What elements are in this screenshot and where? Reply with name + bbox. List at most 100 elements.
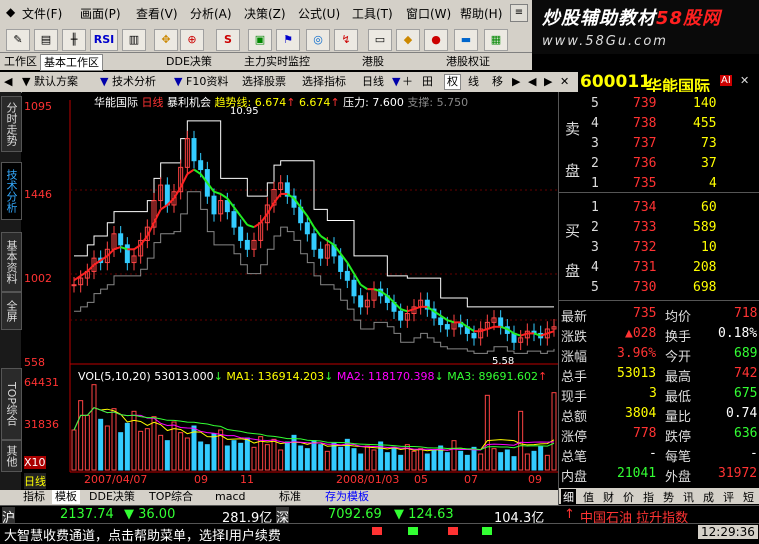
move-icon[interactable]: ✥ [154, 29, 178, 51]
menu-decision[interactable]: 决策(Z) [244, 5, 286, 22]
quote-tab[interactable]: 讯 [681, 489, 696, 505]
buy-volume: 10 [701, 240, 717, 255]
quote-tab[interactable]: 细 [561, 489, 576, 505]
app-icon[interactable]: ◆ [6, 5, 15, 19]
car-icon[interactable]: ▬ [454, 29, 478, 51]
volume-bar [204, 444, 210, 471]
tab-hk-warrant[interactable]: 港股权证 [446, 54, 490, 69]
stat-value-2: 31972 [718, 466, 758, 481]
panel-close-icon[interactable]: ✕ [740, 74, 749, 87]
nav-prev-icon[interactable]: ◀ [4, 74, 12, 90]
quote-tab[interactable]: 势 [661, 489, 676, 505]
trend-segment [146, 222, 155, 237]
chart-icon[interactable]: ▤ [34, 29, 58, 51]
scroll-left-icon[interactable]: ◀ [528, 74, 536, 90]
candle-body [444, 324, 450, 330]
add-icon[interactable]: ＋ [402, 74, 413, 90]
nav-next-icon[interactable]: ▶ [512, 74, 520, 90]
flag-icon[interactable]: ⚑ [276, 29, 300, 51]
stock-code: 600011 [580, 72, 651, 92]
menu-view[interactable]: 查看(V) [136, 5, 178, 22]
quote-tab[interactable]: 指 [641, 489, 656, 505]
tab-template[interactable]: 模板 [52, 490, 80, 504]
quote-tab[interactable]: 财 [601, 489, 616, 505]
menu-analysis[interactable]: 分析(A) [190, 5, 232, 22]
menu-window[interactable]: 窗口(W) [406, 5, 451, 22]
tab-fundamental[interactable]: 基本资料 [1, 232, 22, 292]
scroll-right-icon[interactable]: ▶ [544, 74, 552, 90]
screen-icon[interactable]: ▭ [368, 29, 392, 51]
tab-top-combo[interactable]: TOP综合 [146, 490, 196, 504]
pill-icon[interactable]: ● [424, 29, 448, 51]
peak-label: 10.95 [230, 106, 259, 117]
help-text[interactable]: 大智慧收费通道，点击帮助菜单，选择I用户续费 [4, 525, 281, 544]
date-tick-6: 07 [464, 473, 478, 486]
stock-icon[interactable]: ↯ [334, 29, 358, 51]
tab-indicator[interactable]: 指标 [20, 490, 48, 504]
dollar-button[interactable]: S [216, 29, 240, 51]
triangle-icon: ▼ [392, 75, 401, 88]
trend-segment [266, 202, 275, 215]
menu-tools[interactable]: 工具(T) [352, 5, 393, 22]
tab-dde-decision[interactable]: DDE决策 [86, 490, 138, 504]
tab-dde[interactable]: DDE决策 [166, 54, 212, 69]
tab-hk[interactable]: 港股 [362, 54, 384, 69]
rsi-button[interactable]: RSI [90, 29, 118, 51]
tab-other[interactable]: 其他 [1, 440, 22, 472]
move-button[interactable]: 移 [492, 74, 503, 90]
default-scheme-button[interactable]: 默认方案 [34, 74, 78, 90]
support-label: 支撑: [407, 96, 434, 109]
tab-realtime-monitor[interactable]: 主力实时监控 [244, 54, 310, 69]
diamond-icon[interactable]: ◆ [396, 29, 420, 51]
stat-label: 最新 [561, 310, 588, 325]
volume-bar [338, 446, 344, 471]
menu-icon[interactable]: ≡ [510, 4, 528, 22]
f10-button[interactable]: F10资料 [186, 74, 228, 90]
menu-file[interactable]: 文件(F) [22, 5, 62, 22]
volume-bar [418, 448, 424, 471]
arrow-down-icon: ↓ [213, 370, 223, 383]
tab-macd[interactable]: macd [212, 490, 249, 504]
tab-top[interactable]: TOP综合 [1, 368, 22, 440]
tab-commodity[interactable]: 商品市场 [538, 54, 549, 113]
pencil-icon[interactable]: ✎ [6, 29, 30, 51]
kline-chart[interactable]: 1095 1446 1002 558 64431 31836 X10 华能国际 … [22, 92, 558, 490]
daily-button[interactable]: 日线 [362, 74, 384, 90]
trend-segment [447, 319, 455, 324]
tab-fixed-income[interactable]: 固定收益平台 [630, 54, 641, 143]
menu-formula[interactable]: 公式(U) [298, 5, 340, 22]
support-value: 5.750 [436, 96, 469, 109]
tab-timeshare[interactable]: 分时走势 [1, 96, 22, 152]
money-icon[interactable]: ▣ [248, 29, 272, 51]
binoculars-icon[interactable]: ◎ [306, 29, 330, 51]
tab-technical[interactable]: 技术分析 [1, 162, 22, 220]
tab-fullscreen[interactable]: 全屏 [1, 292, 22, 330]
tech-analysis-button[interactable]: 技术分析 [112, 74, 156, 90]
trend-value-2: 6.674 [298, 96, 331, 109]
tab-basic-workarea[interactable]: 基本工作区 [40, 54, 103, 71]
volume-bar [384, 452, 390, 471]
pick-indicator-button[interactable]: 选择指标 [302, 74, 346, 90]
kline-icon[interactable]: ╫ [62, 29, 86, 51]
rights-button[interactable]: 权 [444, 74, 461, 90]
line-button[interactable]: 线 [468, 74, 479, 90]
quote-tab[interactable]: 值 [581, 489, 596, 505]
trend-segment [320, 235, 328, 242]
sh-value: 2137.74 [60, 507, 114, 522]
book-icon[interactable]: ▦ [484, 29, 508, 51]
tab-standard[interactable]: 标准 [276, 490, 304, 504]
pick-stock-button[interactable]: 选择股票 [242, 74, 286, 90]
bar-icon[interactable]: ▥ [122, 29, 146, 51]
grid-button[interactable]: 田 [422, 74, 433, 90]
close-icon[interactable]: ✕ [560, 74, 569, 90]
quote-tab[interactable]: 价 [621, 489, 636, 505]
stat-label-2: 跌停 [665, 430, 692, 445]
quote-tab[interactable]: 成 [701, 489, 716, 505]
quote-tab[interactable]: 短 [741, 489, 756, 505]
save-template-button[interactable]: 存为模板 [322, 490, 372, 504]
quote-tab[interactable]: 评 [721, 489, 736, 505]
volume-bar [271, 438, 277, 471]
menu-view-page[interactable]: 画面(P) [80, 5, 121, 22]
menu-help[interactable]: 帮助(H) [460, 5, 502, 22]
zoom-icon[interactable]: ⊕ [180, 29, 204, 51]
